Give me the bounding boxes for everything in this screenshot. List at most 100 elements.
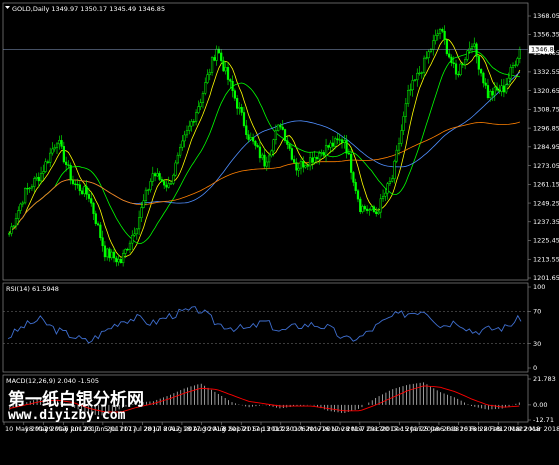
- macd-axis-label: 21.783: [533, 375, 556, 383]
- candle-body: [498, 89, 501, 92]
- candle-body: [238, 107, 241, 109]
- time-axis-label: 22 Mar 2018: [519, 425, 559, 433]
- candle-body: [176, 154, 179, 164]
- candle-body: [142, 200, 145, 208]
- candle-body: [347, 152, 350, 155]
- candle-body: [293, 159, 296, 163]
- candle-body: [313, 157, 316, 163]
- candle-body: [336, 138, 339, 141]
- candle-body: [432, 40, 435, 50]
- candle-body: [126, 248, 129, 251]
- candle-body: [267, 155, 271, 163]
- candle-body: [206, 74, 209, 83]
- candle-body: [8, 233, 11, 235]
- candle-body: [322, 152, 325, 156]
- candle-body: [160, 179, 164, 182]
- candle-body: [185, 130, 189, 136]
- candle-body: [270, 150, 273, 157]
- candle-body: [363, 206, 366, 210]
- price-axis-label: 1320.65: [533, 87, 559, 95]
- candle-body: [486, 85, 490, 98]
- candle-body: [381, 196, 385, 199]
- candle-body: [466, 50, 469, 60]
- candle-body: [345, 140, 348, 154]
- candle-body: [386, 183, 389, 194]
- candle-body: [464, 59, 467, 65]
- candle-body: [372, 206, 376, 212]
- candle-body: [115, 257, 118, 263]
- candle-body: [174, 162, 177, 176]
- candle-body: [338, 139, 341, 141]
- candle-body: [295, 162, 298, 171]
- candle-body: [318, 153, 321, 160]
- price-chart-window[interactable]: 1368.051356.351344.651332.551320.651308.…: [0, 0, 559, 465]
- candle-body: [450, 56, 453, 64]
- candle-body: [103, 245, 107, 258]
- candle-body: [156, 173, 159, 177]
- moving-average-line: [8, 38, 521, 258]
- candle-body: [172, 174, 175, 184]
- rsi-pane[interactable]: [2, 282, 529, 373]
- candle-body: [416, 72, 419, 81]
- candle-body: [518, 49, 521, 59]
- candle-body: [151, 173, 154, 182]
- candle-body: [251, 137, 255, 142]
- candle-body: [153, 173, 157, 177]
- candle-body: [434, 35, 437, 42]
- candle-body: [384, 192, 387, 197]
- candle-body: [350, 153, 353, 173]
- price-axis-label: 1273.05: [533, 162, 559, 170]
- candle-body: [261, 154, 264, 159]
- candle-body: [247, 134, 250, 140]
- candle-body: [457, 73, 460, 76]
- candle-body: [377, 211, 380, 215]
- candle-body: [411, 80, 414, 91]
- candle-body: [286, 140, 289, 145]
- candle-body: [71, 179, 75, 185]
- candle-body: [475, 43, 478, 57]
- candle-body: [35, 176, 38, 179]
- watermark-title: 第一纸白银分析网: [8, 389, 144, 410]
- candle-body: [459, 63, 462, 76]
- moving-averages: [8, 38, 521, 258]
- candle-body: [117, 258, 120, 263]
- candle-body: [137, 217, 141, 230]
- candle-body: [356, 190, 360, 200]
- candle-body: [44, 161, 47, 172]
- candle-body: [265, 161, 268, 167]
- candle-body: [429, 49, 433, 52]
- candle-body: [14, 218, 18, 227]
- candle-body: [331, 142, 335, 147]
- candle-body: [489, 91, 492, 98]
- rsi-line: [7, 306, 522, 344]
- candle-body: [427, 51, 430, 59]
- candle-body: [169, 183, 173, 185]
- candle-body: [448, 53, 451, 58]
- candle-body: [46, 161, 50, 163]
- candle-body: [256, 145, 259, 148]
- main-pane[interactable]: [2, 2, 529, 281]
- candle-body: [190, 121, 193, 127]
- candle-body: [217, 48, 221, 54]
- candle-body: [106, 248, 109, 258]
- candle-body: [354, 182, 357, 191]
- candle-body: [144, 189, 148, 201]
- candle-body: [76, 183, 79, 186]
- rsi-header: RSI(14) 61.5948: [6, 285, 59, 293]
- price-axis-label: 1284.95: [533, 143, 559, 151]
- candle-body: [210, 57, 214, 73]
- candle-body: [402, 116, 405, 131]
- candle-body: [135, 228, 138, 235]
- dropdown-arrow-icon[interactable]: [5, 6, 10, 9]
- candle-body: [511, 65, 515, 68]
- candle-body: [500, 85, 503, 92]
- candle-body: [96, 223, 100, 226]
- candle-body: [452, 62, 455, 65]
- candle-body: [514, 64, 517, 67]
- candle-body: [147, 189, 150, 191]
- candle-body: [491, 91, 494, 96]
- watermark-url: www.diyizby.com: [8, 408, 126, 423]
- candle-body: [194, 112, 198, 122]
- candle-body: [69, 165, 72, 181]
- chart-header: GOLD,Daily 1349.97 1350.17 1345.49 1346.…: [12, 5, 165, 13]
